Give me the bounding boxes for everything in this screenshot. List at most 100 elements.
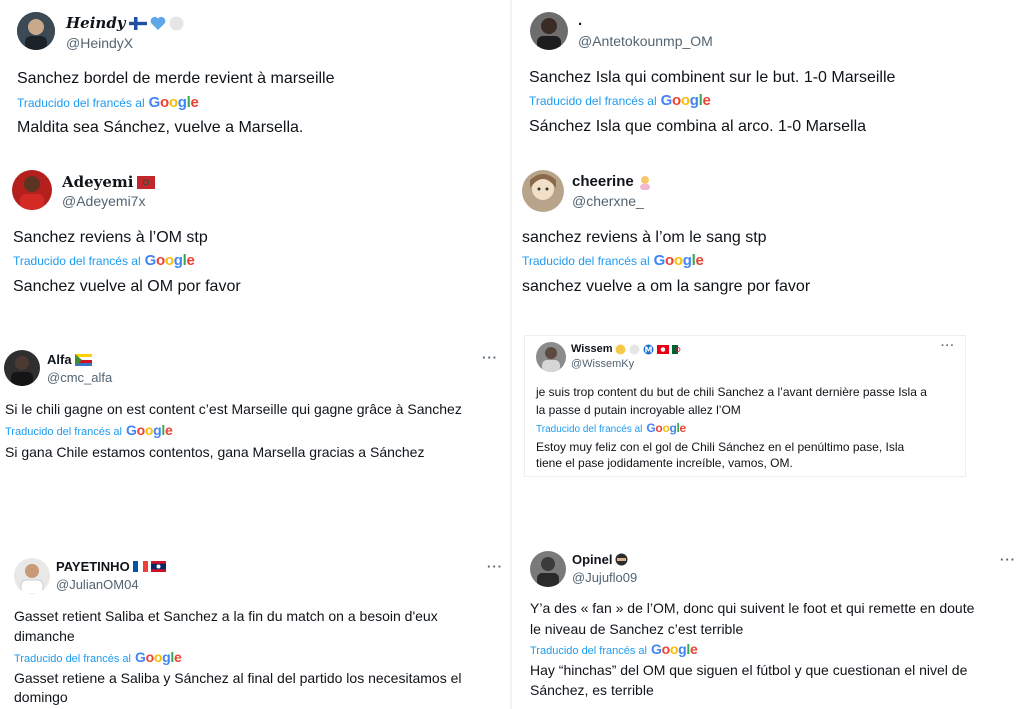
display-name[interactable]: Heindy [66, 14, 184, 32]
display-name[interactable]: PAYETINHO [56, 559, 166, 574]
translation-prefix: Traducido del francés al [530, 645, 647, 657]
handle[interactable]: @cmc_alfa [47, 370, 112, 385]
avatar[interactable] [536, 342, 566, 372]
tweet-card-adeyemi[interactable]: Adeyemi @Adeyemi7x Sanchez reviens à l’O… [0, 160, 508, 310]
france-flag-icon [132, 561, 148, 572]
avatar[interactable] [17, 12, 55, 50]
tweet-text: Sanchez Isla qui combinent sur le but. 1… [529, 69, 896, 86]
tweet-text-line-1: je suis trop content du but de chili San… [536, 385, 927, 399]
tweet-text-line-2: le niveau de Sanchez c’est terrible [530, 621, 744, 637]
translation-attribution[interactable]: Traducido del francés al Google [529, 92, 711, 109]
handle[interactable]: @cherxne_ [572, 193, 644, 209]
display-name-text[interactable]: Wissem [571, 343, 612, 355]
display-name-text[interactable]: Heindy [66, 14, 126, 32]
google-logo: Google [144, 252, 195, 269]
translation-attribution[interactable]: Traducido del francés al Google [5, 422, 173, 438]
display-name[interactable]: Opinel [572, 552, 628, 567]
metro-m-icon: M [643, 344, 654, 354]
tweet-text-line-1: Gasset retient Saliba et Sanchez a la fi… [14, 608, 438, 624]
translated-text-line-1: Gasset retiene a Saliba y Sánchez al fin… [14, 670, 462, 686]
display-name-text[interactable]: . [578, 12, 582, 29]
google-logo: Google [148, 94, 199, 111]
handle[interactable]: @WissemKy [571, 358, 634, 370]
laos-flag-icon [150, 561, 166, 572]
translation-attribution[interactable]: Traducido del francés al Google [17, 94, 199, 111]
white-circle-icon [169, 16, 184, 30]
handle[interactable]: @Antetokounmp_OM [578, 33, 713, 49]
handle[interactable]: @Jujuflo09 [572, 570, 637, 585]
algeria-flag-icon [672, 344, 685, 354]
tweet-card-heindy[interactable]: Heindy @HeindyX Sanchez bordel de merde … [0, 0, 508, 150]
svg-text:M: M [645, 345, 653, 354]
tweet-card-opinel[interactable]: Opinel @Jujuflo09 ··· Y’a des « fan » de… [514, 542, 1024, 709]
ninja-emoji-icon [615, 553, 628, 566]
display-name[interactable]: cheerine [572, 173, 653, 190]
display-name[interactable]: . [578, 12, 582, 29]
handle[interactable]: @HeindyX [66, 35, 133, 51]
handle[interactable]: @Adeyemi7x [62, 193, 145, 209]
tweet-card-wissem[interactable]: Wissem M @WissemKy ··· je suis trop cont… [524, 335, 966, 477]
more-options-button[interactable]: ··· [487, 559, 503, 574]
avatar[interactable] [530, 12, 568, 50]
more-options-button[interactable]: ··· [941, 340, 955, 352]
translation-attribution[interactable]: Traducido del francés al Google [536, 421, 686, 435]
morocco-flag-icon [136, 175, 155, 189]
person-emoji-icon [639, 175, 650, 190]
google-logo: Google [651, 641, 698, 657]
translated-text-line-2: Sánchez, es terrible [530, 682, 654, 698]
translated-text-line-2: domingo [14, 689, 68, 705]
translation-attribution[interactable]: Traducido del francés al Google [13, 252, 195, 269]
avatar[interactable] [14, 558, 50, 594]
translated-text-line-1: Estoy muy feliz con el gol de Chili Sánc… [536, 440, 905, 454]
tweet-text-line-1: Y’a des « fan » de l’OM, donc qui suiven… [530, 600, 975, 616]
finland-flag-icon [128, 16, 147, 30]
avatar[interactable] [12, 170, 52, 210]
translated-text: sanchez vuelve a om la sangre por favor [522, 278, 811, 295]
handle[interactable]: @JulianOM04 [56, 577, 139, 592]
display-name-text[interactable]: Alfa [47, 352, 72, 367]
tweet-card-antetokounmp[interactable]: . @Antetokounmp_OM Sanchez Isla qui comb… [514, 0, 1024, 150]
display-name-text[interactable]: Opinel [572, 552, 612, 567]
display-name[interactable]: Adeyemi [62, 173, 155, 191]
avatar[interactable] [4, 350, 40, 386]
google-logo: Google [135, 649, 182, 665]
comoros-flag-icon [74, 353, 92, 366]
translated-text-line-2: tiene el pase jodidamente increíble, vam… [536, 456, 793, 470]
more-options-button[interactable]: ··· [1000, 552, 1016, 567]
smiley-emoji-icon [615, 344, 626, 354]
translated-text: Maldita sea Sánchez, vuelve a Marsella. [17, 119, 304, 136]
translation-prefix: Traducido del francés al [13, 254, 141, 268]
display-name-text[interactable]: Adeyemi [62, 173, 134, 191]
translation-prefix: Traducido del francés al [14, 653, 131, 665]
translated-text: Sanchez vuelve al OM por favor [13, 278, 241, 295]
display-name[interactable]: Wissem M [571, 343, 685, 355]
display-name-text[interactable]: cheerine [572, 173, 634, 190]
translation-prefix: Traducido del francés al [536, 424, 643, 435]
translation-attribution[interactable]: Traducido del francés al Google [14, 649, 182, 665]
avatar[interactable] [522, 170, 564, 212]
avatar[interactable] [530, 551, 566, 587]
tweet-text: Sanchez reviens à l’OM stp [13, 229, 208, 246]
display-name[interactable]: Alfa [47, 352, 92, 367]
display-name-text[interactable]: PAYETINHO [56, 559, 130, 574]
google-logo: Google [653, 252, 704, 269]
translation-prefix: Traducido del francés al [529, 94, 657, 108]
tweet-text-line-2: la passe d putain incroyable allez l’OM [536, 403, 741, 417]
tweet-text: Si le chili gagne on est content c’est M… [5, 401, 462, 417]
tweet-card-cheerine[interactable]: cheerine @cherxne_ sanchez reviens à l’o… [514, 160, 1024, 310]
translation-prefix: Traducido del francés al [5, 426, 122, 438]
tweet-text: sanchez reviens à l’om le sang stp [522, 229, 767, 246]
tweet-card-payetinho[interactable]: PAYETINHO @JulianOM04 ··· Gasset retient… [0, 550, 510, 709]
google-logo: Google [126, 422, 173, 438]
tweet-text-line-2: dimanche [14, 628, 75, 644]
tunisia-flag-icon [657, 344, 670, 354]
translation-prefix: Traducido del francés al [17, 96, 145, 110]
translation-attribution[interactable]: Traducido del francés al Google [522, 252, 704, 269]
google-logo: Google [660, 92, 711, 109]
more-options-button[interactable]: ··· [482, 350, 498, 365]
translated-text-line-1: Hay “hinchas” del OM que siguen el fútbo… [530, 662, 968, 678]
translation-attribution[interactable]: Traducido del francés al Google [530, 641, 698, 657]
translated-text: Sánchez Isla que combina al arco. 1-0 Ma… [529, 118, 867, 135]
white-circle-icon [629, 344, 640, 354]
tweet-card-alfa[interactable]: Alfa @cmc_alfa ··· Si le chili gagne on … [0, 340, 508, 470]
